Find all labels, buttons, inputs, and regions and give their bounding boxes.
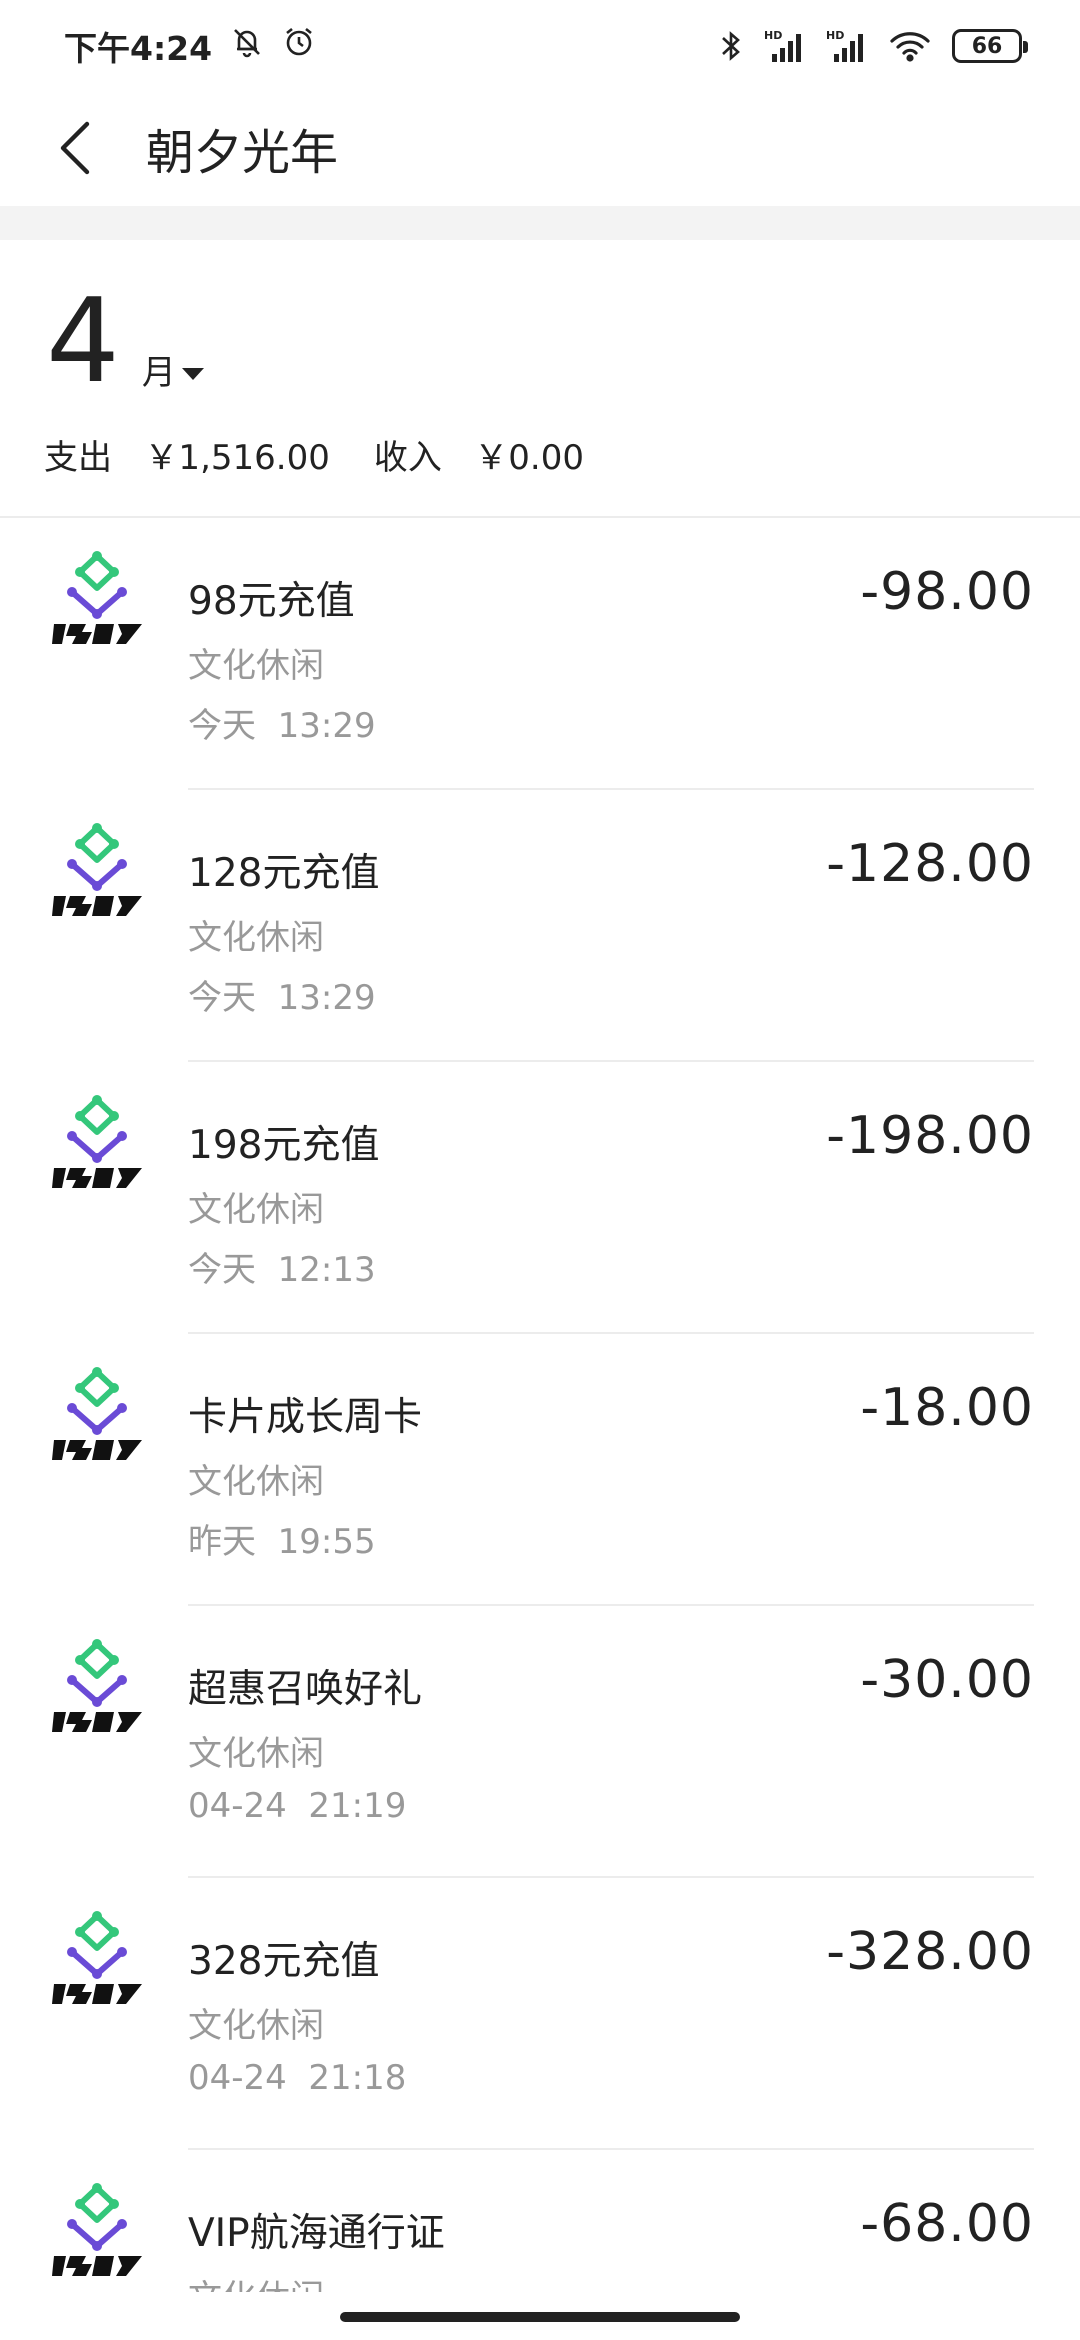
app-logo-icon xyxy=(52,1367,142,1460)
mute-bell-icon xyxy=(230,25,264,67)
month-unit: 月 xyxy=(141,353,176,393)
app-logo-icon xyxy=(52,1095,142,1188)
transaction-amount: -98.00 xyxy=(860,562,1034,622)
expense-total: 支出 ￥1,516.00 xyxy=(44,430,330,479)
transaction-time: 04-24 21:18 xyxy=(188,2058,406,2098)
app-logo-icon xyxy=(52,1911,142,2004)
transaction-time: 今天 13:29 xyxy=(188,970,376,1019)
totals: 支出 ￥1,516.00 收入 ￥0.00 xyxy=(44,430,584,479)
status-time: 下午4:24 xyxy=(64,29,213,68)
app-logo-icon xyxy=(52,823,142,916)
app-logo-icon xyxy=(52,2183,142,2276)
transaction-title: 128元充值 xyxy=(188,851,380,896)
page-title: 朝夕光年 xyxy=(146,125,339,181)
income-total: 收入 ￥0.00 xyxy=(374,430,584,479)
svg-text:HD: HD xyxy=(826,29,844,42)
transaction-clock: 21:19 xyxy=(308,1786,407,1826)
transaction-amount: -30.00 xyxy=(860,1650,1034,1710)
caret-down-icon xyxy=(181,368,204,380)
transaction-clock: 13:29 xyxy=(277,706,376,746)
transaction-row[interactable]: 198元充值 文化休闲 今天 12:13 -198.00 xyxy=(0,1062,1080,1334)
transaction-title: 超惠召唤好礼 xyxy=(188,1667,423,1712)
svg-text:HD: HD xyxy=(764,29,782,42)
battery-icon: 66 xyxy=(952,29,1028,63)
transaction-amount: -128.00 xyxy=(826,834,1034,894)
app-header: 朝夕光年 xyxy=(0,92,1080,204)
expense-value: ￥1,516.00 xyxy=(144,438,330,478)
transaction-category: 文化休闲 xyxy=(188,646,324,686)
transaction-title: VIP航海通行证 xyxy=(188,2211,445,2256)
transaction-date: 今天 xyxy=(188,706,256,746)
wifi-icon xyxy=(888,29,932,63)
transaction-title: 198元充值 xyxy=(188,1123,380,1168)
transaction-category: 文化休闲 xyxy=(188,918,324,958)
transaction-row[interactable]: 128元充值 文化休闲 今天 13:29 -128.00 xyxy=(0,790,1080,1062)
transaction-title: 98元充值 xyxy=(188,579,355,624)
transaction-title: 卡片成长周卡 xyxy=(188,1395,423,1440)
transaction-date: 今天 xyxy=(188,978,256,1018)
app-logo-icon xyxy=(52,1639,142,1732)
back-button[interactable] xyxy=(30,103,120,193)
transaction-clock: 12:13 xyxy=(277,1250,376,1290)
bottom-bar xyxy=(0,2292,1080,2340)
bluetooth-icon xyxy=(718,28,744,64)
section-spacer xyxy=(0,206,1080,240)
transaction-amount: -328.00 xyxy=(826,1922,1034,1982)
transaction-title: 328元充值 xyxy=(188,1939,380,1984)
transaction-clock: 13:29 xyxy=(277,978,376,1018)
expense-label: 支出 xyxy=(44,438,112,478)
status-left: 下午4:24 xyxy=(64,22,316,70)
transaction-clock: 19:55 xyxy=(277,1522,376,1562)
transaction-clock: 21:18 xyxy=(308,2058,407,2098)
transaction-time: 今天 12:13 xyxy=(188,1242,376,1291)
transaction-time: 04-24 21:19 xyxy=(188,1786,406,1826)
income-label: 收入 xyxy=(373,438,442,478)
chevron-left-icon xyxy=(60,121,90,175)
transaction-category: 文化休闲 xyxy=(188,1462,324,1502)
transaction-amount: -198.00 xyxy=(826,1106,1034,1166)
transaction-category: 文化休闲 xyxy=(188,1190,324,1230)
transaction-list: 98元充值 文化休闲 今天 13:29 -98.00 128元充值 文化休闲 今… xyxy=(0,518,1080,2340)
status-bar: 下午4:24 HD HD 66 xyxy=(0,0,1080,92)
app-logo-icon xyxy=(52,551,142,644)
transaction-row[interactable]: 卡片成长周卡 文化休闲 昨天 19:55 -18.00 xyxy=(0,1334,1080,1606)
transaction-date: 04-24 xyxy=(188,2058,287,2098)
income-value: ￥0.00 xyxy=(474,438,584,478)
transaction-row[interactable]: 328元充值 文化休闲 04-24 21:18 -328.00 xyxy=(0,1878,1080,2150)
transaction-row[interactable]: 超惠召唤好礼 文化休闲 04-24 21:19 -30.00 xyxy=(0,1606,1080,1878)
battery-level: 66 xyxy=(971,33,1003,59)
transaction-date: 04-24 xyxy=(188,1786,287,1826)
transaction-time: 今天 13:29 xyxy=(188,698,376,747)
transaction-date: 昨天 xyxy=(188,1522,256,1562)
signal-hd-icon: HD xyxy=(764,28,806,64)
transaction-amount: -68.00 xyxy=(860,2194,1034,2254)
month-number: 4 xyxy=(46,274,120,409)
alarm-icon xyxy=(282,25,316,67)
transaction-time: 昨天 19:55 xyxy=(188,1514,376,1563)
status-right: HD HD 66 xyxy=(718,28,1028,64)
transaction-category: 文化休闲 xyxy=(188,2006,324,2046)
home-indicator[interactable] xyxy=(340,2312,740,2322)
transaction-row[interactable]: 98元充值 文化休闲 今天 13:29 -98.00 xyxy=(0,518,1080,790)
transaction-amount: -18.00 xyxy=(860,1378,1034,1438)
transaction-date: 今天 xyxy=(188,1250,256,1290)
month-selector[interactable]: 4 月 xyxy=(46,284,204,400)
transaction-category: 文化休闲 xyxy=(188,1734,324,1774)
month-summary: 4 月 支出 ￥1,516.00 收入 ￥0.00 xyxy=(0,240,1080,516)
signal-hd-icon-2: HD xyxy=(826,28,868,64)
